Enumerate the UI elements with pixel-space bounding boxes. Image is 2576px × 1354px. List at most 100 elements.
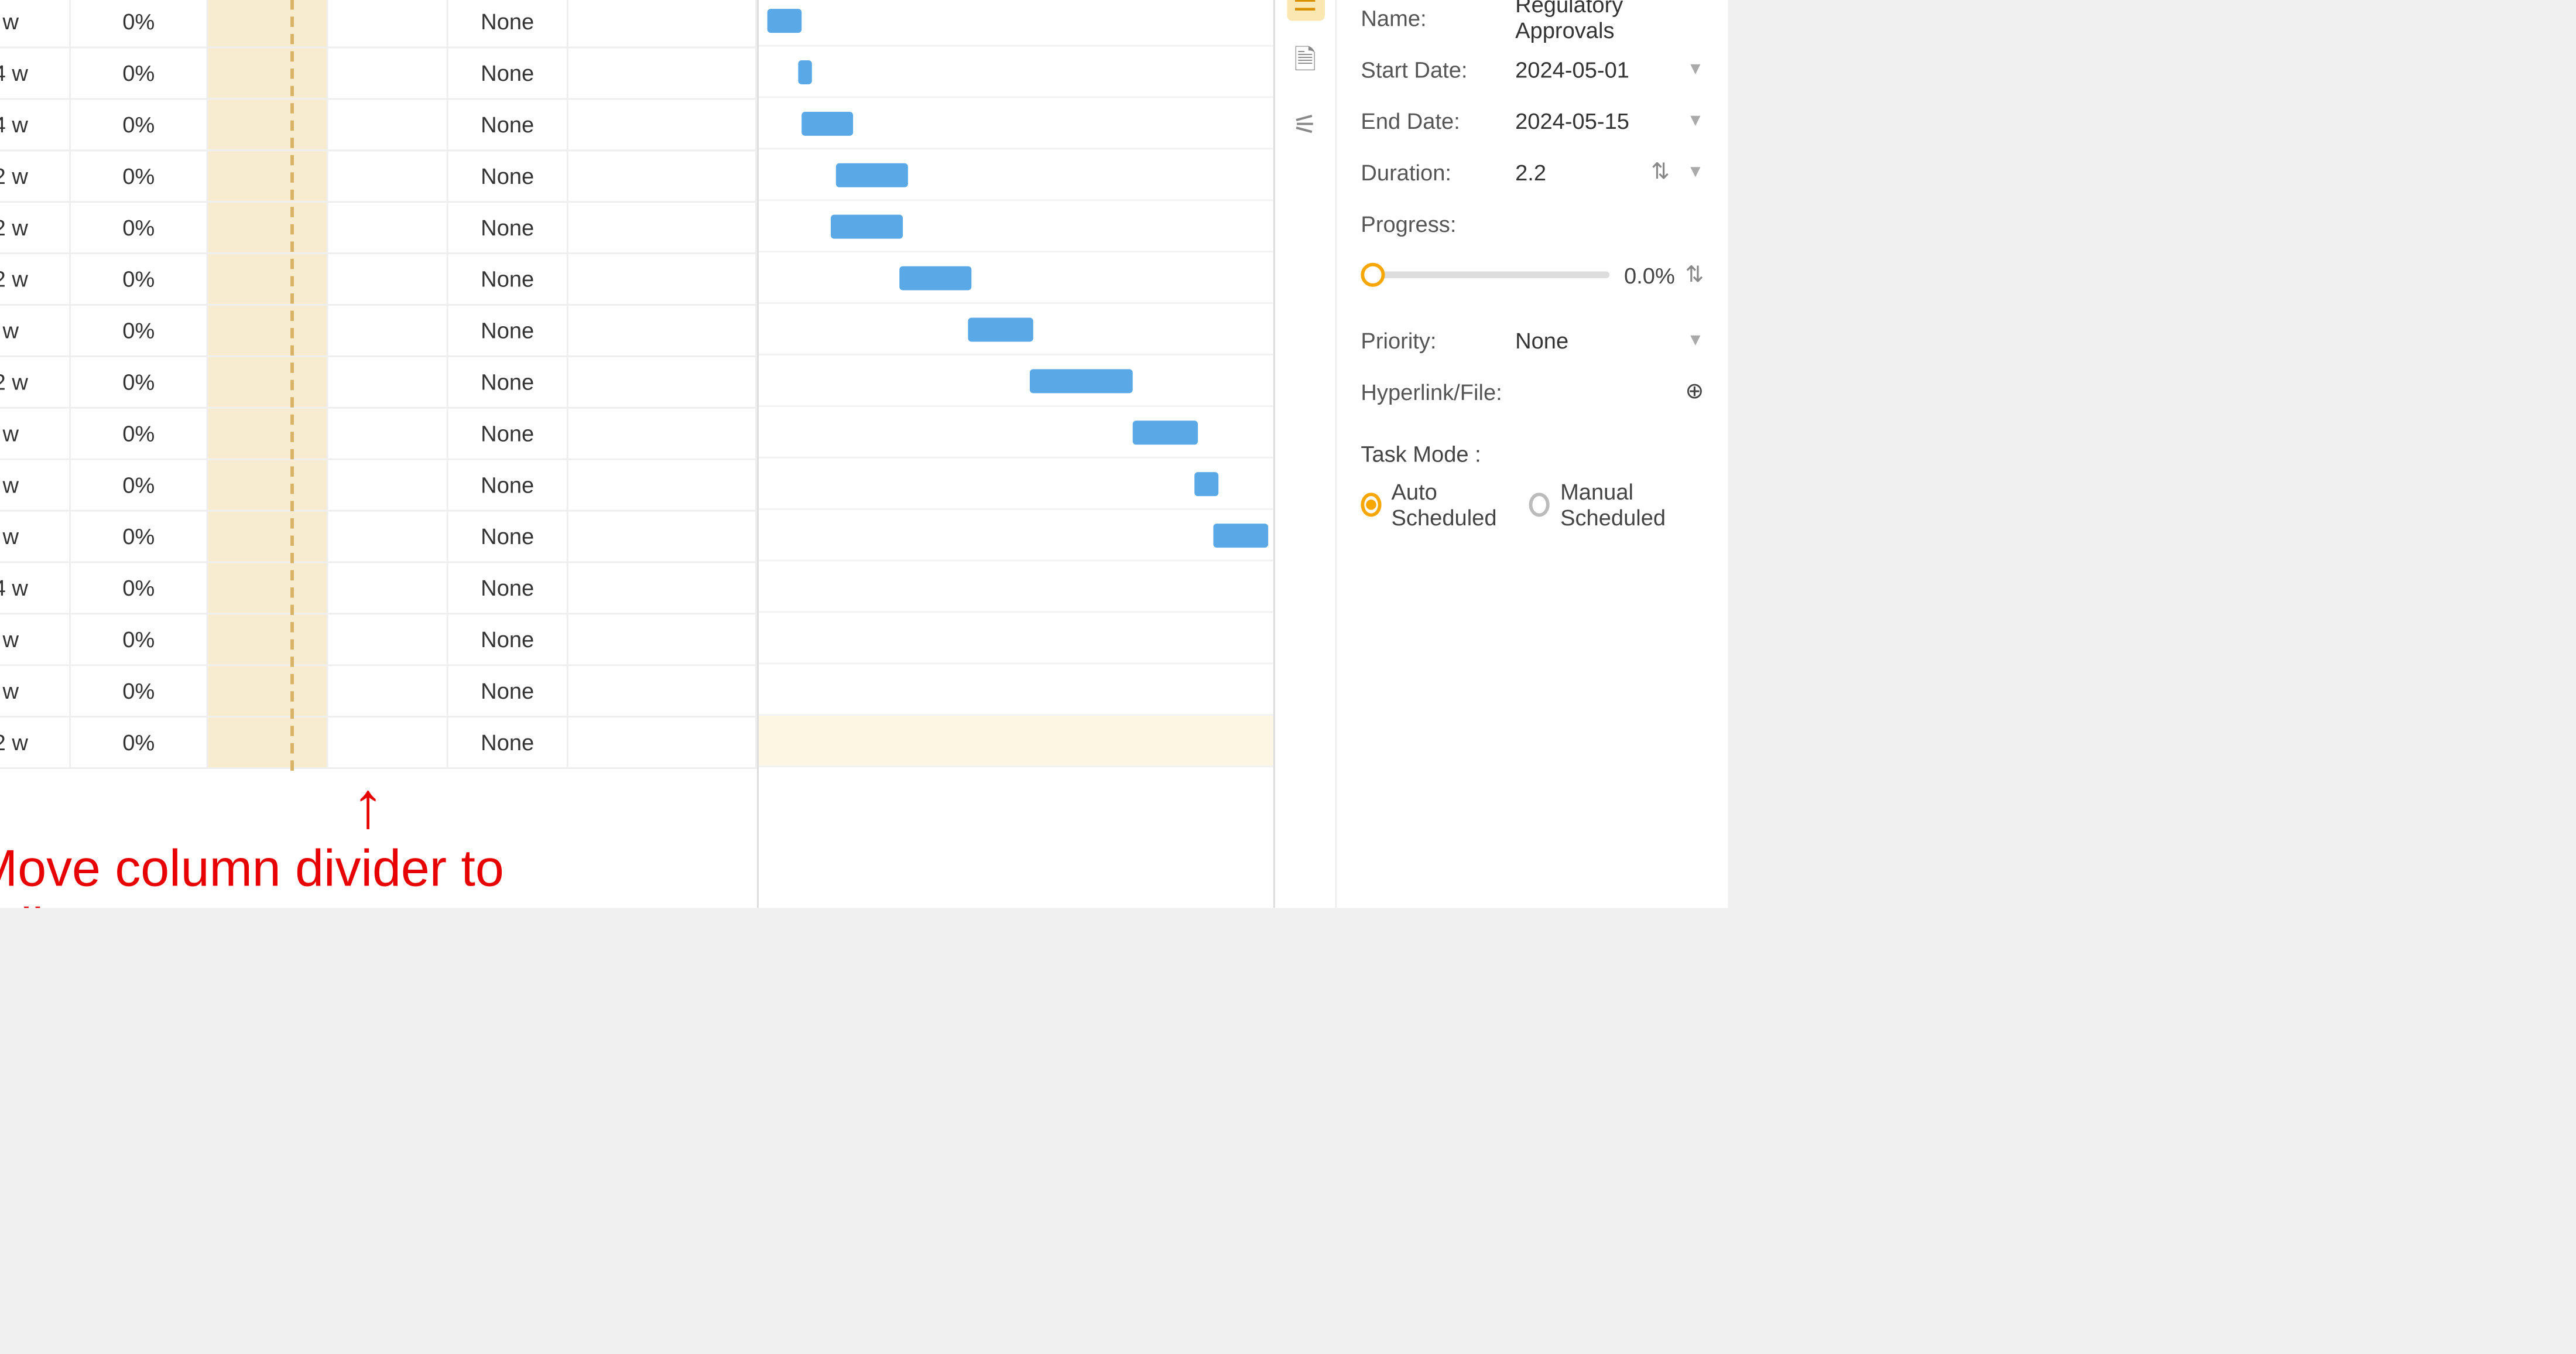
manual-scheduled-radio[interactable] <box>1530 493 1550 517</box>
cell-progress[interactable]: 0% <box>71 357 208 407</box>
cell-predecessors[interactable] <box>208 563 328 613</box>
gantt-row[interactable] <box>759 304 1273 355</box>
cell-predecessors[interactable] <box>208 357 328 407</box>
cell-duration[interactable]: 2 w <box>0 409 71 459</box>
cell-progress[interactable]: 0% <box>71 0 208 47</box>
duration-field[interactable]: 2.2 <box>1515 159 1651 184</box>
cell-duration[interactable]: 1 w <box>0 460 71 510</box>
cell-progress[interactable]: 0% <box>71 717 208 767</box>
cell-duration[interactable]: 1.4 w <box>0 100 71 149</box>
cell-resources[interactable] <box>568 306 757 355</box>
table-row[interactable]: 8Build Product Prototype2024-01-302024-0… <box>0 357 757 409</box>
cell-successors[interactable] <box>328 48 448 98</box>
table-row[interactable]: 2Finalize Product for Launch2023-12-1320… <box>0 48 757 100</box>
cell-priority[interactable]: None <box>448 254 568 304</box>
cell-successors[interactable] <box>328 254 448 304</box>
cell-predecessors[interactable] <box>208 306 328 355</box>
gantt-bar[interactable] <box>831 215 903 239</box>
gantt-bar[interactable] <box>1133 420 1198 445</box>
table-row[interactable]: 4Design Concept Generation2023-12-212024… <box>0 151 757 203</box>
cell-predecessors[interactable] <box>208 254 328 304</box>
cell-successors[interactable] <box>328 203 448 252</box>
cell-duration[interactable]: 2 w <box>0 512 71 562</box>
cell-resources[interactable] <box>568 563 757 613</box>
gantt-row[interactable] <box>759 252 1273 304</box>
cell-priority[interactable]: None <box>448 512 568 562</box>
cell-duration[interactable]: 2 w <box>0 306 71 355</box>
cell-successors[interactable] <box>328 563 448 613</box>
cell-successors[interactable] <box>328 614 448 664</box>
cell-priority[interactable]: None <box>448 460 568 510</box>
task-panel-icon[interactable]: ☰ <box>1286 0 1324 21</box>
cell-duration[interactable]: 3.2 w <box>0 357 71 407</box>
cell-priority[interactable]: None <box>448 48 568 98</box>
gantt-row[interactable] <box>759 355 1273 407</box>
gantt-row[interactable] <box>759 407 1273 459</box>
cell-predecessors[interactable] <box>208 717 328 767</box>
cell-successors[interactable] <box>328 512 448 562</box>
cell-resources[interactable] <box>568 666 757 716</box>
cell-successors[interactable] <box>328 0 448 47</box>
progress-slider[interactable] <box>1361 271 1610 278</box>
gantt-row[interactable] <box>759 459 1273 510</box>
cell-duration[interactable]: 1 w <box>0 666 71 716</box>
cell-progress[interactable]: 0% <box>71 100 208 149</box>
table-row[interactable]: 11Finalize Product Development2024-03-08… <box>0 512 757 563</box>
cell-progress[interactable]: 0% <box>71 254 208 304</box>
stepper-icon[interactable]: ⇅ <box>1651 158 1670 186</box>
priority-field[interactable]: None <box>1515 327 1687 353</box>
cell-successors[interactable] <box>328 717 448 767</box>
cell-progress[interactable]: 0% <box>71 614 208 664</box>
table-row[interactable]: 15Obtain Regulatory Approvals2024-05-012… <box>0 717 757 769</box>
cell-priority[interactable]: None <box>448 717 568 767</box>
cell-progress[interactable]: 0% <box>71 409 208 459</box>
gantt-bar[interactable] <box>1213 524 1268 548</box>
cell-predecessors[interactable] <box>208 460 328 510</box>
cell-predecessors[interactable] <box>208 614 328 664</box>
cell-duration[interactable]: 0.4 w <box>0 48 71 98</box>
cell-predecessors[interactable] <box>208 0 328 47</box>
cell-priority[interactable]: None <box>448 563 568 613</box>
filter-panel-icon[interactable]: ⚟ <box>1286 107 1324 144</box>
cell-priority[interactable]: None <box>448 0 568 47</box>
notes-panel-icon[interactable]: 🗎 <box>1286 45 1324 83</box>
cell-duration[interactable]: 2 w <box>0 614 71 664</box>
cell-predecessors[interactable] <box>208 203 328 252</box>
gantt-bar[interactable] <box>801 112 853 136</box>
cell-successors[interactable] <box>328 409 448 459</box>
cell-resources[interactable] <box>568 203 757 252</box>
cell-duration[interactable]: 1 w <box>0 0 71 47</box>
gantt-row[interactable] <box>759 664 1273 716</box>
cell-duration[interactable]: 2.2 w <box>0 151 71 201</box>
gantt-row[interactable] <box>759 0 1273 47</box>
cell-successors[interactable] <box>328 357 448 407</box>
cell-progress[interactable]: 0% <box>71 666 208 716</box>
cell-priority[interactable]: None <box>448 306 568 355</box>
gantt-row[interactable] <box>759 201 1273 252</box>
cell-predecessors[interactable] <box>208 100 328 149</box>
table-row[interactable]: 6Finalize Product Design2024-01-032024-0… <box>0 254 757 306</box>
cell-duration[interactable]: 2.2 w <box>0 717 71 767</box>
cell-resources[interactable] <box>568 512 757 562</box>
column-divider-drag[interactable] <box>290 0 294 771</box>
chevron-down-icon[interactable]: ▼ <box>1687 60 1704 78</box>
cell-priority[interactable]: None <box>448 666 568 716</box>
cell-priority[interactable]: None <box>448 614 568 664</box>
gantt-row[interactable] <box>759 98 1273 149</box>
cell-resources[interactable] <box>568 151 757 201</box>
cell-progress[interactable]: 0% <box>71 460 208 510</box>
cell-progress[interactable]: 0% <box>71 512 208 562</box>
gantt-bar[interactable] <box>1030 369 1133 393</box>
auto-scheduled-radio[interactable] <box>1361 493 1381 517</box>
gantt-row[interactable] <box>759 716 1273 767</box>
gantt-bar[interactable] <box>798 60 811 84</box>
cell-predecessors[interactable] <box>208 151 328 201</box>
cell-progress[interactable]: 0% <box>71 563 208 613</box>
cell-duration[interactable]: 2.2 w <box>0 254 71 304</box>
cell-resources[interactable] <box>568 717 757 767</box>
cell-predecessors[interactable] <box>208 48 328 98</box>
cell-progress[interactable]: 0% <box>71 48 208 98</box>
cell-resources[interactable] <box>568 100 757 149</box>
cell-priority[interactable]: None <box>448 409 568 459</box>
gantt-bar[interactable] <box>768 9 802 33</box>
